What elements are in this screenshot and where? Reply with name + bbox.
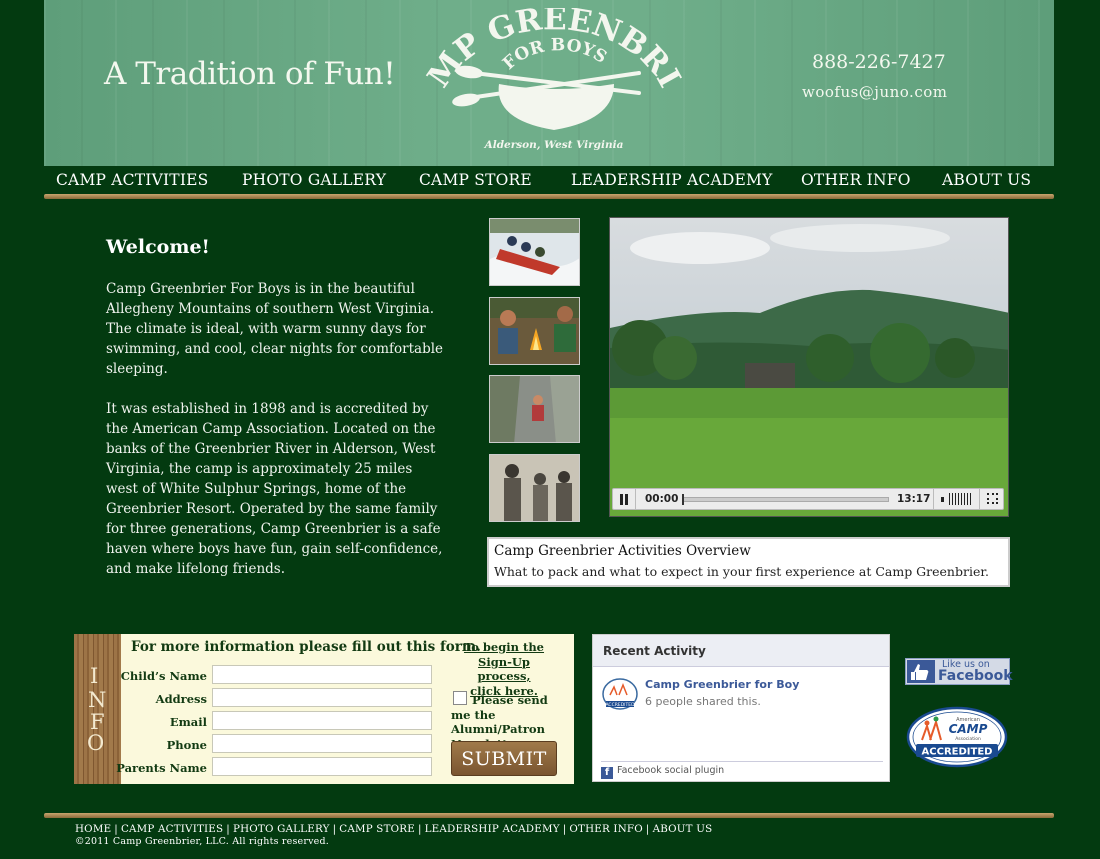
address-label: Address [155,692,207,706]
thumbnail-campfire[interactable] [489,297,580,365]
parents-name-input[interactable] [212,757,432,776]
childs-name-input[interactable] [212,665,432,684]
nav-photo-gallery[interactable]: PHOTO GALLERY [242,171,386,189]
facebook-footer-text[interactable]: Facebook social plugin [617,765,724,776]
newsletter-checkbox[interactable] [453,691,467,705]
camp-logo[interactable]: CAMP GREENBRIER FOR BOYS Alderson, West … [424,8,684,158]
signup-line-1[interactable]: To begin the [454,640,554,655]
welcome-paragraph-1: Camp Greenbrier For Boys is in the beaut… [106,281,444,377]
video-player[interactable] [609,217,1009,517]
footer-link-camp-activities[interactable]: CAMP ACTIVITIES [121,823,223,835]
email-input[interactable] [212,711,432,730]
logo-location: Alderson, West Virginia [484,139,624,151]
nav-other-info[interactable]: OTHER INFO [801,171,911,189]
footer-link-leadership-academy[interactable]: LEADERSHIP ACADEMY [425,823,560,835]
video-progress-handle[interactable] [682,494,684,505]
video-controls: 00:00 13:17 [612,488,1004,510]
parents-name-label: Parents Name [116,761,207,775]
aca-badge-accredited: ACCREDITED [922,747,993,758]
fullscreen-icon[interactable] [987,493,998,504]
tagline: A Tradition of Fun! [104,56,396,92]
video-progress-bar[interactable] [683,497,889,502]
main-nav: CAMP ACTIVITIES PHOTO GALLERY CAMP STORE… [44,166,1054,193]
aca-small-badge-label: ACCREDITED [605,702,635,708]
thumbnail-historic-photo[interactable] [489,454,580,522]
info-form: I N F O For more information please fill… [74,634,574,784]
phone-label: Phone [166,738,207,752]
phone-number: 888-226-7427 [812,51,946,73]
video-caption-title[interactable]: Camp Greenbrier Activities Overview [494,543,751,559]
footer-link-camp-store[interactable]: CAMP STORE [339,823,415,835]
footer-nav: HOME | CAMP ACTIVITIES | PHOTO GALLERY | CAMP … [75,823,713,835]
aca-badge-association: Association [955,736,981,742]
submit-button[interactable]: SUBMIT [451,741,557,776]
childs-name-label: Child’s Name [120,669,207,683]
thumbnail-rock-climbing[interactable] [489,375,580,443]
thumbnail-rafting[interactable] [489,218,580,286]
form-heading: For more information please fill out thi… [131,639,481,655]
like-us-facebook-button[interactable]: Like us on Facebook [905,658,1013,685]
address-input[interactable] [212,688,432,707]
aca-badge-camp: CAMP [949,722,988,736]
facebook-widget-header: Recent Activity [593,635,889,667]
nav-camp-store[interactable]: CAMP STORE [419,171,532,189]
facebook-plugin-footer[interactable]: f Facebook social plugin [601,761,883,779]
facebook-activity-widget: Recent Activity ACCREDITED Camp Greenbri… [592,634,890,782]
thumbs-up-icon [907,660,935,683]
volume-icon[interactable] [941,493,973,505]
facebook-icon: f [601,767,613,779]
nav-about-us[interactable]: ABOUT US [942,171,1031,189]
facebook-item-name[interactable]: Camp Greenbrier for Boy [645,678,799,691]
aca-accredited-badge[interactable]: ACCREDITED American CAMP Association [906,706,1008,768]
footer-divider [44,813,1054,818]
aca-small-badge-icon: ACCREDITED [602,678,638,710]
pause-icon[interactable] [619,494,629,505]
signup-line-2[interactable]: Sign-Up process, [454,655,554,684]
nav-leadership-academy[interactable]: LEADERSHIP ACADEMY [571,171,773,189]
signup-link[interactable]: To begin the Sign-Up process, click here… [454,640,554,698]
email-address[interactable]: woofus@juno.com [802,83,947,101]
nav-camp-activities[interactable]: CAMP ACTIVITIES [56,171,209,189]
footer-link-home[interactable]: HOME [75,823,111,835]
footer-link-about-us[interactable]: ABOUT US [653,823,713,835]
video-caption-description: What to pack and what to expect in your … [494,564,989,579]
facebook-item-shares: 6 people shared this. [645,695,761,708]
video-duration: 13:17 [897,493,931,505]
welcome-title: Welcome! [106,236,210,258]
copyright-notice: ©2011 Camp Greenbrier, LLC. All rights r… [75,836,329,847]
nav-divider [44,194,1054,199]
like-us-line2: Facebook [938,668,1013,684]
video-current-time: 00:00 [645,493,679,505]
email-label: Email [169,715,207,729]
welcome-paragraph-2: It was established in 1898 and is accred… [106,401,443,577]
video-caption-box: Camp Greenbrier Activities Overview What… [487,537,1010,587]
phone-input[interactable] [212,734,432,753]
footer-link-photo-gallery[interactable]: PHOTO GALLERY [233,823,330,835]
footer-link-other-info[interactable]: OTHER INFO [569,823,643,835]
header-banner: A Tradition of Fun! CAMP GREENBRIER FOR … [44,0,1054,166]
